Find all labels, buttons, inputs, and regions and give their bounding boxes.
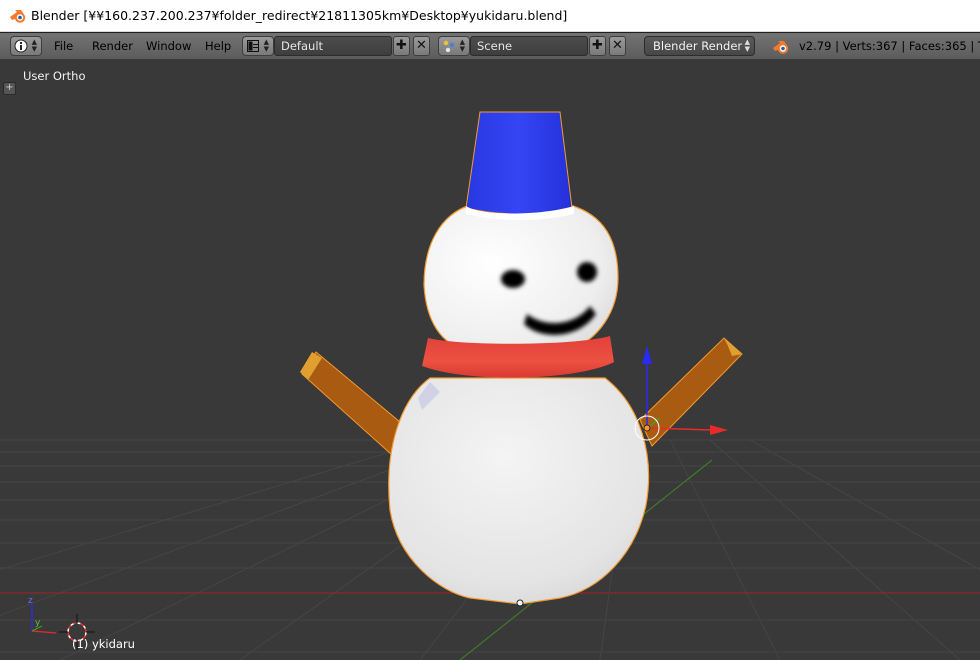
delete-scene-button[interactable]: ✕ xyxy=(609,36,626,56)
plus-icon: ✚ xyxy=(396,38,407,53)
active-object-label: (1) ykidaru xyxy=(72,637,135,651)
close-icon: ✕ xyxy=(612,38,623,53)
chevron-updown-icon: ▲ ▼ xyxy=(31,38,37,53)
screen-layout-name-field[interactable]: Default xyxy=(274,36,392,56)
3d-viewport[interactable]: User Ortho + z y (1) ykidaru xyxy=(0,60,980,660)
mesh-vertex-dot xyxy=(516,599,524,607)
add-layout-button[interactable]: ✚ xyxy=(393,36,410,56)
info-header: ▲ ▼ File Render Window Help ▲ ▼ Default ✚ … xyxy=(0,33,980,60)
editor-type-button[interactable]: ▲ ▼ xyxy=(10,36,42,56)
viewport-canvas[interactable] xyxy=(0,60,980,660)
toolshelf-toggle-button[interactable]: + xyxy=(3,82,16,95)
add-scene-button[interactable]: ✚ xyxy=(589,36,606,56)
blender-logo-icon xyxy=(773,41,789,54)
render-engine-selector[interactable]: Blender Render ▲ ▼ xyxy=(644,36,755,56)
chevron-updown-icon: ▲ ▼ xyxy=(744,38,750,53)
menu-file[interactable]: File xyxy=(54,39,73,53)
close-icon: ✕ xyxy=(416,38,427,53)
snowman-bucket-hat[interactable] xyxy=(465,111,573,215)
snowman-body[interactable] xyxy=(388,377,650,605)
plus-icon: ✚ xyxy=(592,38,603,53)
scene-icon xyxy=(443,40,455,53)
scene-name-field[interactable]: Scene xyxy=(470,36,588,56)
z-arrow-icon[interactable] xyxy=(642,346,652,364)
screen-layout-icon xyxy=(247,40,259,52)
object-origin-dot xyxy=(643,424,651,432)
scene-statistics: v2.79 | Verts:367 | Faces:365 | Tris:365 xyxy=(799,39,980,53)
chevron-updown-icon: ▲ ▼ xyxy=(263,38,269,53)
x-arrow-icon[interactable] xyxy=(710,425,728,435)
menu-help[interactable]: Help xyxy=(205,39,231,53)
info-icon xyxy=(14,39,28,53)
delete-layout-button[interactable]: ✕ xyxy=(413,36,430,56)
screen-layout-selector[interactable]: ▲ ▼ xyxy=(242,36,274,56)
axis-y-label: y xyxy=(35,618,41,628)
window-title: Blender [¥¥160.237.200.237¥folder_redire… xyxy=(31,8,568,23)
axis-z-label: z xyxy=(28,596,33,606)
plus-icon: + xyxy=(5,82,14,93)
window-titlebar: Blender [¥¥160.237.200.237¥folder_redire… xyxy=(0,0,980,32)
scene-selector[interactable]: ▲ ▼ xyxy=(438,36,470,56)
menu-render[interactable]: Render xyxy=(92,39,133,53)
render-engine-label: Blender Render xyxy=(653,39,743,53)
chevron-updown-icon: ▲ ▼ xyxy=(459,38,465,53)
blender-logo-icon xyxy=(10,10,26,23)
menu-window[interactable]: Window xyxy=(146,39,191,53)
view-mode-label: User Ortho xyxy=(23,69,86,83)
